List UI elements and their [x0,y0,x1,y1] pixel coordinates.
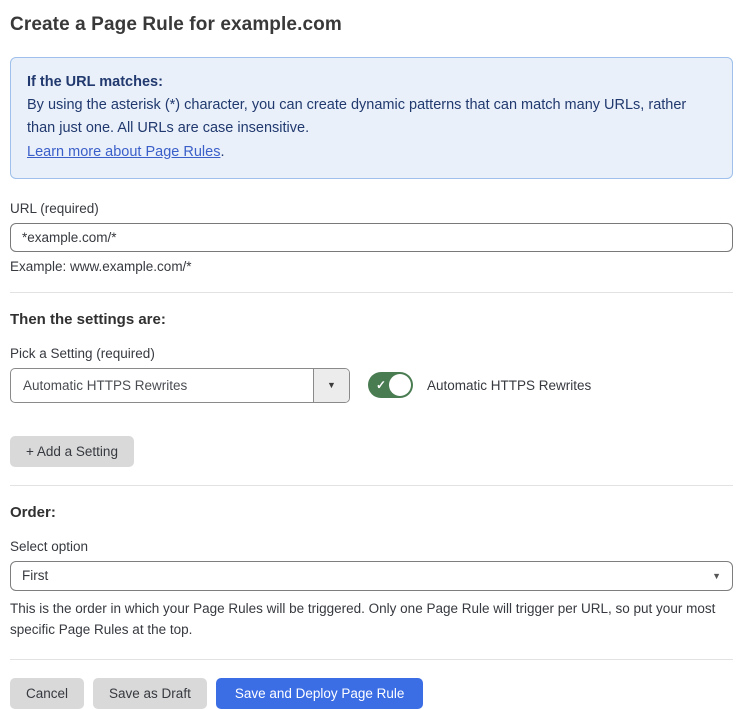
setting-dropdown[interactable]: Automatic HTTPS Rewrites ▼ [10,367,350,403]
setting-dropdown-button[interactable]: ▼ [313,368,349,402]
url-match-info-box: If the URL matches: By using the asteris… [10,57,733,179]
order-select-label: Select option [10,538,89,554]
create-page-rule-panel: Create a Page Rule for example.com If th… [0,0,743,709]
toggle-knob [389,374,411,397]
page-title: Create a Page Rule for example.com [10,14,342,35]
url-field-label: URL (required) [10,200,99,216]
chevron-down-icon: ▼ [327,380,336,391]
footer-actions: Cancel Save as Draft Save and Deploy Pag… [10,677,733,709]
setting-dropdown-value: Automatic HTTPS Rewrites [23,377,188,393]
add-setting-button[interactable]: + Add a Setting [10,435,134,467]
settings-section-heading: Then the settings are: [10,310,166,328]
save-and-deploy-button[interactable]: Save and Deploy Page Rule [215,677,424,709]
order-section-heading: Order: [10,503,56,521]
cancel-button[interactable]: Cancel [10,677,85,709]
url-input[interactable] [10,222,733,252]
divider [10,291,733,293]
link-suffix: . [220,143,225,160]
setting-row: Automatic HTTPS Rewrites ▼ ✓ Automatic H… [10,367,733,403]
info-box-link-line: Learn more about Page Rules. [27,141,716,164]
info-box-body: By using the asterisk (*) character, you… [27,97,687,137]
save-as-draft-button[interactable]: Save as Draft [93,677,207,709]
order-helper-text: This is the order in which your Page Rul… [10,600,716,637]
order-select[interactable]: First ▼ [10,560,733,591]
info-box-heading: If the URL matches: [27,74,163,90]
url-field-helper: Example: www.example.com/* [10,258,192,274]
learn-more-link[interactable]: Learn more about Page Rules [27,144,220,160]
setting-toggle-group: ✓ Automatic HTTPS Rewrites [368,372,592,399]
pick-setting-label: Pick a Setting (required) [10,345,155,361]
check-icon: ✓ [376,378,387,393]
divider [10,484,733,486]
divider [10,658,733,660]
chevron-down-icon: ▼ [712,570,721,581]
order-select-value: First [22,568,49,584]
toggle-label: Automatic HTTPS Rewrites [427,377,592,393]
automatic-https-rewrites-toggle[interactable]: ✓ [368,372,413,399]
